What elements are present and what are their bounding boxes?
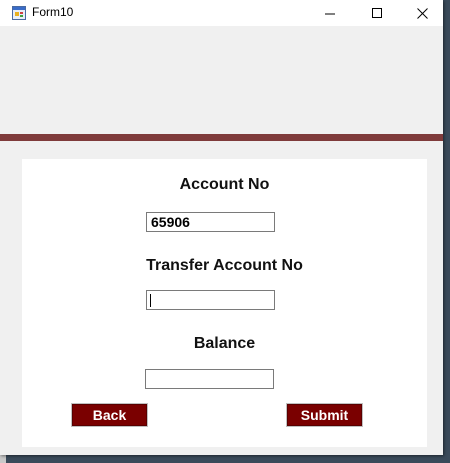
submit-button[interactable]: Submit <box>286 403 363 427</box>
window-title: Form10 <box>32 5 74 19</box>
close-button[interactable] <box>400 0 443 26</box>
minimize-icon <box>325 13 335 14</box>
form-window: Form10 Account No 65906 Transfer Account… <box>0 0 443 455</box>
text-caret <box>150 294 151 307</box>
app-icon <box>12 6 26 20</box>
title-bar: Form10 <box>0 0 443 26</box>
transfer-account-no-input[interactable] <box>146 290 275 310</box>
header-band <box>0 134 443 141</box>
close-icon <box>417 7 428 19</box>
transfer-account-no-label: Transfer Account No <box>146 257 303 274</box>
transfer-form-panel: Account No 65906 Transfer Account No Bal… <box>22 159 427 447</box>
balance-label: Balance <box>193 335 256 352</box>
balance-input[interactable] <box>145 369 274 389</box>
back-button[interactable]: Back <box>71 403 148 427</box>
maximize-button[interactable] <box>355 0 400 26</box>
account-no-label: Account No <box>179 176 270 193</box>
maximize-icon <box>372 7 382 18</box>
minimize-button[interactable] <box>308 0 353 26</box>
account-no-input[interactable]: 65906 <box>146 212 275 232</box>
